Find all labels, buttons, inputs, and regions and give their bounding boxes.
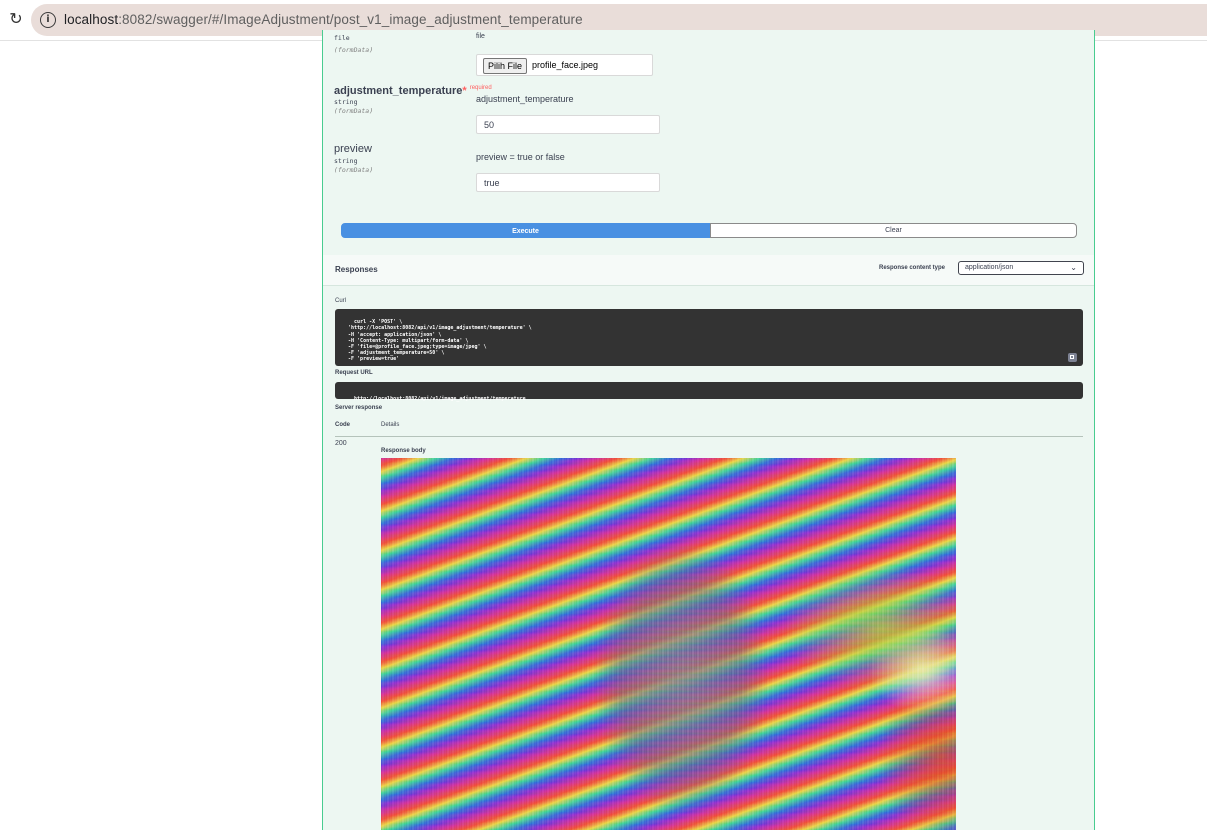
- chevron-down-icon: ⌄: [1070, 263, 1077, 272]
- param-adjustment-temperature-name: adjustment_temperature* required: [334, 85, 492, 97]
- param-file-name: file: [334, 34, 350, 42]
- param-adjustment-temperature-in: (formData): [334, 107, 374, 115]
- curl-code-block: curl -X 'POST' \ 'http://localhost:8082/…: [335, 309, 1083, 366]
- code-column-header: Code: [335, 422, 350, 428]
- responses-header: Responses Response content type applicat…: [323, 255, 1094, 286]
- curl-command: curl -X 'POST' \ 'http://localhost:8082/…: [348, 319, 532, 363]
- preview-input[interactable]: true: [476, 173, 660, 192]
- request-url-label: Request URL: [335, 370, 373, 376]
- operation-panel: file (formData) file Pilih File profile_…: [322, 30, 1095, 830]
- details-column-header: Details: [381, 422, 400, 428]
- selected-file-name: profile_face.jpeg: [532, 60, 599, 70]
- response-code: 200: [335, 440, 347, 447]
- param-preview-name: preview: [334, 143, 372, 155]
- param-adjustment-temperature-type: string: [334, 98, 358, 106]
- param-file-desc: file: [476, 33, 485, 40]
- curl-label: Curl: [335, 298, 347, 304]
- execute-button[interactable]: Execute: [341, 223, 710, 238]
- param-preview-in: (formData): [334, 166, 374, 174]
- reload-icon[interactable]: ↻: [6, 9, 26, 29]
- url-text[interactable]: localhost:8082/swagger/#/ImageAdjustment…: [64, 12, 583, 27]
- request-url-block: http://localhost:8082/api/v1/image_adjus…: [335, 382, 1083, 402]
- table-divider: [335, 436, 1083, 437]
- request-url-value: http://localhost:8082/api/v1/image_adjus…: [354, 396, 526, 402]
- info-icon[interactable]: i: [40, 12, 56, 28]
- response-image: [381, 458, 956, 830]
- param-adjustment-temperature-desc: adjustment_temperature: [476, 94, 574, 104]
- copy-icon[interactable]: [1068, 353, 1077, 362]
- response-content-type-label: Response content type: [879, 265, 946, 271]
- param-preview-type: string: [334, 157, 358, 165]
- param-file-in: (formData): [334, 46, 374, 54]
- response-content-type-select[interactable]: application/json ⌄: [958, 261, 1084, 275]
- response-body-label: Response body: [381, 448, 426, 454]
- image-noise-texture: [381, 458, 956, 830]
- clear-button[interactable]: Clear: [710, 223, 1077, 238]
- choose-file-button[interactable]: Pilih File: [483, 58, 528, 74]
- file-input[interactable]: Pilih File profile_face.jpeg: [476, 54, 653, 76]
- server-response-label: Server response: [335, 405, 383, 411]
- param-preview-desc: preview = true or false: [476, 152, 565, 162]
- responses-title: Responses: [335, 265, 378, 274]
- adjustment-temperature-input[interactable]: 50: [476, 115, 660, 134]
